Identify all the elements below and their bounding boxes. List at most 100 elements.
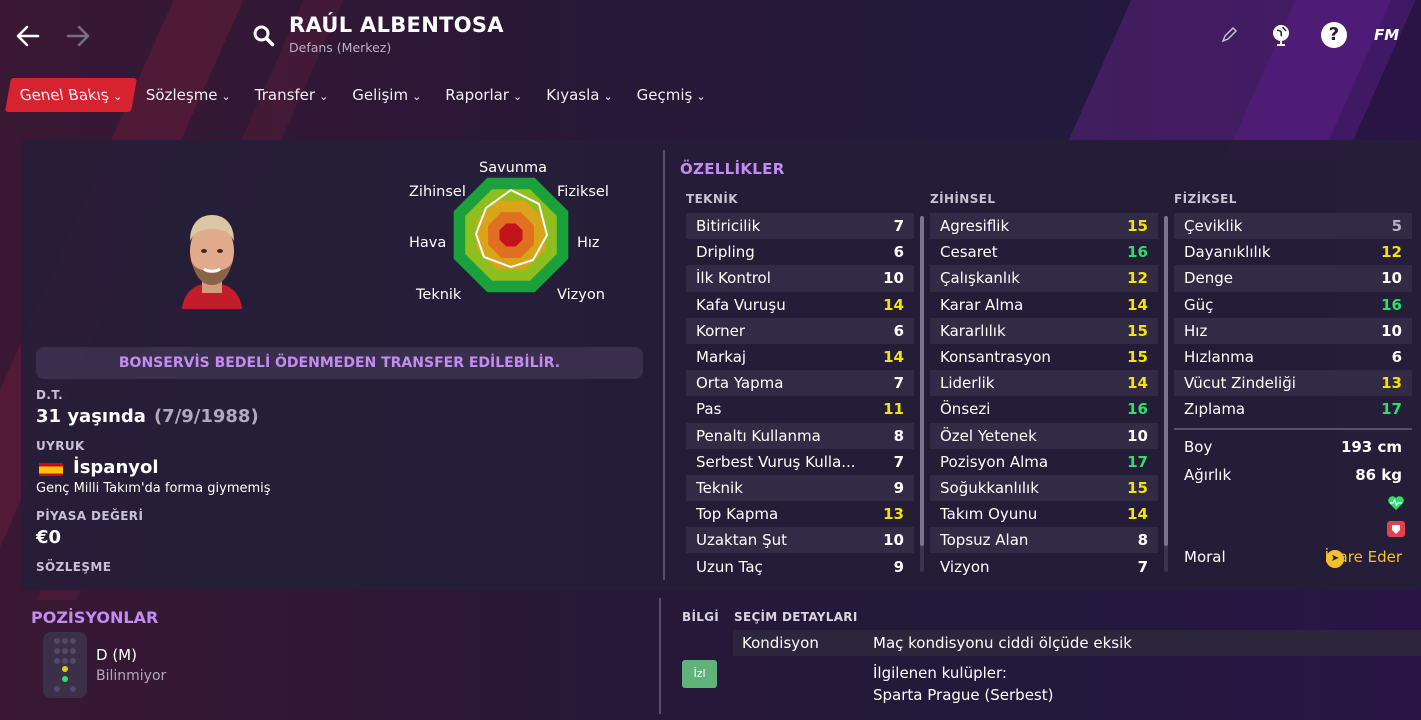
attribute-row[interactable]: Çalışkanlık 12: [930, 265, 1158, 292]
tab-gecmis[interactable]: Geçmiş ⌄: [625, 78, 718, 112]
attribute-row[interactable]: Agresiflik 15: [930, 213, 1158, 240]
heart-icon[interactable]: [1387, 494, 1405, 512]
attribute-row[interactable]: Çeviklik 5: [1174, 213, 1412, 240]
attribute-value: 9: [893, 557, 904, 576]
attribute-row[interactable]: Serbest Vuruş Kulla... 7: [686, 449, 914, 475]
attribute-name: Kararlılık: [940, 321, 1006, 340]
attribute-value: 15: [1127, 321, 1148, 340]
attribute-row[interactable]: Kararlılık 15: [930, 317, 1158, 344]
fm-logo[interactable]: FM: [1374, 22, 1400, 48]
attribute-name: Agresiflik: [940, 217, 1010, 236]
attribute-row[interactable]: Konsantrasyon 15: [930, 344, 1158, 370]
attribute-row[interactable]: Bitiricilik 7: [686, 213, 914, 240]
attribute-name: Kafa Vuruşu: [696, 295, 786, 314]
attribute-row[interactable]: Hızlanma 6: [1174, 344, 1412, 370]
attribute-row[interactable]: Pozisyon Alma 17: [930, 449, 1158, 475]
help-icon[interactable]: ?: [1321, 22, 1347, 48]
tab-bilgi[interactable]: BİLGİ: [682, 610, 719, 624]
physical-divider: [1174, 428, 1412, 430]
radar-label-fiziksel: Fiziksel: [557, 184, 609, 200]
attribute-row[interactable]: İlk Kontrol 10: [686, 265, 914, 292]
nationality-value[interactable]: İspanyol: [73, 457, 159, 478]
attribute-row[interactable]: Zıplama 17: [1174, 396, 1412, 422]
tab-label: Sözleşme: [145, 86, 218, 104]
attribute-row[interactable]: Liderlik 14: [930, 370, 1158, 397]
attribute-row[interactable]: Özel Yetenek 10: [930, 422, 1158, 449]
search-icon[interactable]: [252, 24, 276, 48]
transfer-status-banner: BONSERVİS BEDELİ ÖDENMEDEN TRANSFER EDİL…: [36, 347, 643, 379]
attribute-row[interactable]: Cesaret 16: [930, 239, 1158, 265]
attribute-name: Bitiricilik: [696, 217, 761, 236]
youth-caps-text: Genç Milli Takım'da forma giymemiş: [36, 481, 271, 496]
attribute-row[interactable]: Markaj 14: [686, 344, 914, 370]
attribute-row[interactable]: Önsezi 16: [930, 396, 1158, 422]
attribute-row[interactable]: Penaltı Kullanma 8: [686, 422, 914, 449]
attribute-row[interactable]: Hız 10: [1174, 317, 1412, 344]
profile-section: Savunma Fiziksel Hız Vizyon Teknik Hava …: [21, 140, 661, 590]
tab-secim-detaylari[interactable]: SEÇİM DETAYLARI: [734, 610, 858, 624]
interested-clubs-value[interactable]: Sparta Prague (Serbest): [873, 686, 1053, 704]
attribute-row[interactable]: Dripling 6: [686, 239, 914, 265]
attribute-row[interactable]: Denge 10: [1174, 265, 1412, 292]
forward-arrow-icon[interactable]: [64, 22, 92, 50]
pitch-icon[interactable]: [43, 632, 87, 698]
attribute-name: Cesaret: [940, 243, 998, 262]
dob: (7/9/1988): [153, 406, 259, 427]
injury-icon[interactable]: [1387, 521, 1405, 537]
attribute-name: Karar Alma: [940, 295, 1024, 314]
attribute-row[interactable]: Güç 16: [1174, 292, 1412, 318]
pencil-icon[interactable]: [1216, 22, 1242, 48]
attribute-row[interactable]: Vizyon 7: [930, 553, 1158, 579]
player-portrait[interactable]: [176, 205, 248, 309]
attribute-row[interactable]: Kafa Vuruşu 14: [686, 292, 914, 318]
spain-flag-icon[interactable]: [39, 462, 63, 476]
physical-title: FİZİKSEL: [1174, 192, 1237, 206]
tab-transfer[interactable]: Transfer ⌄: [243, 78, 341, 112]
mental-scrollbar[interactable]: [1164, 216, 1168, 572]
tab-kiyasla[interactable]: Kıyasla ⌄: [534, 78, 624, 112]
attribute-name: Soğukkanlılık: [940, 478, 1039, 497]
attribute-row[interactable]: Pas 11: [686, 396, 914, 422]
scout-button[interactable]: İzl: [682, 660, 717, 688]
tab-sozlesme[interactable]: Sözleşme ⌄: [134, 78, 243, 112]
attribute-row[interactable]: Topsuz Alan 8: [930, 527, 1158, 554]
attribute-value: 9: [893, 478, 904, 497]
tab-raporlar[interactable]: Raporlar ⌄: [433, 78, 534, 112]
attribute-value: 12: [1127, 269, 1148, 288]
attribute-value: 16: [1127, 400, 1148, 419]
attribute-row[interactable]: Orta Yapma 7: [686, 370, 914, 397]
attribute-row[interactable]: Top Kapma 13: [686, 501, 914, 527]
attribute-row[interactable]: Karar Alma 14: [930, 292, 1158, 318]
player-name: RAÚL ALBENTOSA: [289, 13, 504, 37]
attribute-name: Çalışkanlık: [940, 269, 1020, 288]
attribute-value: 8: [1137, 531, 1148, 550]
tab-gelisim[interactable]: Gelişim ⌄: [340, 78, 433, 112]
globe-icon[interactable]: [1268, 22, 1294, 48]
chevron-down-icon: ⌄: [603, 90, 613, 103]
condition-label: Kondisyon: [742, 634, 819, 652]
attribute-value: 15: [1127, 348, 1148, 367]
back-arrow-icon[interactable]: [14, 22, 42, 50]
attribute-value: 7: [893, 217, 904, 236]
attribute-row[interactable]: Dayanıklılık 12: [1174, 239, 1412, 265]
morale-arrow-icon: ➤: [1326, 550, 1344, 568]
attribute-value: 8: [893, 426, 904, 445]
attribute-name: Pas: [696, 400, 722, 419]
scrollbar-thumb[interactable]: [1164, 216, 1168, 546]
attribute-row[interactable]: Uzaktan Şut 10: [686, 527, 914, 554]
technical-scrollbar[interactable]: [920, 216, 924, 572]
height-value: 193 cm: [1340, 438, 1402, 456]
attribute-row[interactable]: Soğukkanlılık 15: [930, 474, 1158, 502]
chevron-down-icon: ⌄: [111, 90, 123, 103]
attribute-row[interactable]: Teknik 9: [686, 474, 914, 502]
attribute-row[interactable]: Takım Oyunu 14: [930, 501, 1158, 527]
chevron-down-icon: ⌄: [319, 90, 329, 103]
interested-clubs-label: İlgilenen kulüpler:: [873, 664, 1007, 682]
attribute-row[interactable]: Korner 6: [686, 317, 914, 344]
attribute-name: Korner: [696, 321, 746, 340]
scrollbar-thumb[interactable]: [920, 216, 924, 546]
attribute-row[interactable]: Vücut Zindeliği 13: [1174, 370, 1412, 397]
tab-genel-bakis[interactable]: Genel Bakış⌄: [5, 78, 137, 112]
attribute-name: Dayanıklılık: [1184, 243, 1271, 262]
attribute-row[interactable]: Uzun Taç 9: [686, 553, 914, 579]
